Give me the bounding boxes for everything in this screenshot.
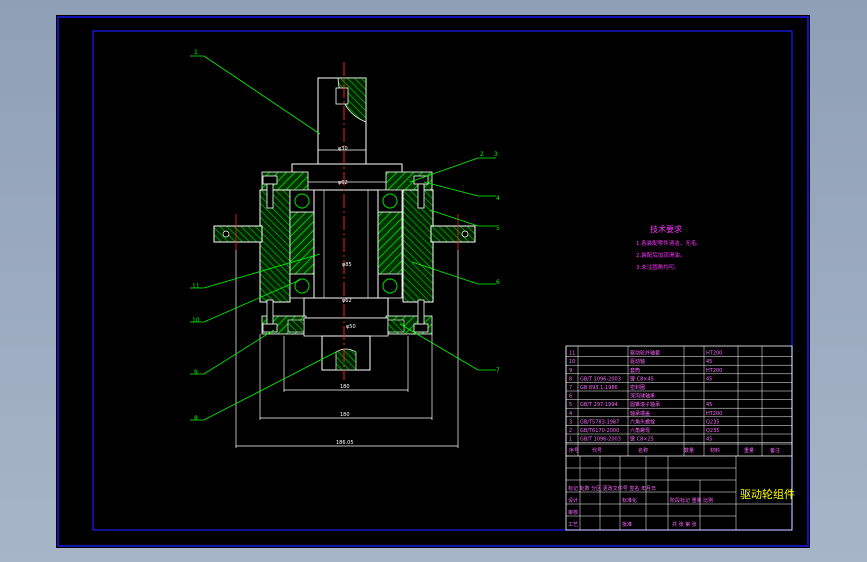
hdr-material: 材料: [710, 447, 720, 454]
tech-note-2: 2.装配后加润滑油。: [636, 251, 685, 259]
parts-cell-name: 深沟球轴承: [630, 393, 655, 400]
stage-row: 阶段标记 重量 比例: [670, 497, 713, 504]
parts-cell-no: 1: [569, 437, 572, 443]
dim-width-inner: 180: [340, 384, 350, 390]
callout-2: 2: [480, 151, 484, 158]
sheet-row: 共 张 第 张: [672, 521, 697, 528]
hdr-no: 序号: [569, 447, 579, 454]
callout-5: 5: [496, 225, 500, 232]
parts-cell-name: 密封圈: [630, 384, 645, 391]
parts-cell-name: 六角头螺栓: [630, 418, 655, 425]
hdr-weight: 重量: [744, 447, 754, 454]
parts-cell-material: 45: [706, 376, 712, 382]
drawing-name: 驱动轮组件: [740, 487, 795, 501]
callout-1: 1: [194, 49, 198, 56]
dim-width-mid: 180: [340, 412, 350, 418]
cad-drawing-canvas: φ30 φ62 φ85 φ62 φ50 180 180 186.05 1 2 3…: [56, 15, 810, 548]
parts-cell-material: 45: [706, 359, 712, 365]
parts-cell-name: 键 C8×25: [630, 436, 654, 443]
parts-cell-material: Q235: [706, 419, 719, 425]
callout-3: 3: [494, 151, 498, 158]
parts-cell-std: GB/T6170-2000: [580, 428, 619, 434]
parts-cell-material: HT200: [706, 411, 722, 417]
dim-lower: φ62: [342, 298, 352, 304]
parts-cell-no: 11: [569, 351, 575, 357]
callout-8: 8: [194, 415, 198, 422]
parts-cell-material: 45: [706, 437, 712, 443]
parts-cell-material: HT200: [706, 368, 722, 374]
parts-cell-std: GB/T 1096-2003: [580, 376, 621, 382]
sign-row: 标记 处数 分区 更改文件号 签名 年月日: [568, 485, 656, 492]
dim-middle: φ85: [342, 262, 352, 268]
tech-note-3: 3.未注圆角均可。: [636, 263, 680, 271]
parts-cell-no: 10: [569, 359, 575, 365]
parts-cell-no: 6: [569, 394, 572, 400]
parts-cell-name: 套筒: [630, 367, 640, 374]
parts-cell-name: 圆锥滚子轴承: [630, 401, 660, 408]
flange-left: [213, 225, 263, 243]
parts-cell-std: GB/T5783-1987: [580, 419, 619, 425]
callout-9: 9: [194, 369, 198, 376]
parts-cell-name: 六角螺母: [630, 427, 650, 434]
parts-cell-material: Q235: [706, 428, 719, 434]
parts-cell-name: 驱动轴: [630, 358, 645, 365]
flange-right: [430, 225, 476, 243]
lower-seal-r: [387, 319, 405, 333]
hdr-qty: 数量: [684, 447, 694, 454]
drive-shaft: [313, 189, 379, 301]
parts-cell-std: GB 893.1-1986: [580, 385, 618, 391]
parts-cell-no: 3: [569, 419, 572, 425]
approve-label: 批准: [622, 521, 632, 528]
tech-notes-title: 技术要求: [650, 224, 682, 234]
callout-7: 7: [496, 367, 500, 374]
dim-base: φ50: [346, 324, 356, 330]
shaft-keyway: [335, 87, 349, 105]
review-label: 审核: [568, 509, 578, 516]
parts-cell-no: 4: [569, 411, 572, 417]
parts-cell-std: GB/T 297-1994: [580, 402, 618, 408]
shaft-lower-key: [335, 348, 357, 371]
parts-cell-no: 5: [569, 402, 572, 408]
dim-width-outer: 186.05: [336, 440, 354, 446]
parts-cell-name: 驱动轮外轴套: [630, 350, 660, 357]
parts-cell-no: 7: [569, 385, 572, 391]
parts-cell-material: 45: [706, 402, 712, 408]
callout-10: 10: [192, 317, 200, 324]
parts-cell-no: 8: [569, 376, 572, 382]
design-label: 设计: [568, 497, 578, 504]
standard-label: 标准化: [622, 497, 637, 504]
process-label: 工艺: [568, 522, 578, 528]
callout-11: 11: [192, 283, 200, 290]
dim-upper: φ62: [338, 180, 348, 186]
hdr-remark: 备注: [770, 447, 780, 454]
flange-hole-left: [222, 230, 230, 238]
callout-6: 6: [496, 279, 500, 286]
parts-cell-no: 2: [569, 428, 572, 434]
parts-cell-no: 9: [569, 368, 572, 374]
flange-hole-right: [461, 230, 469, 238]
dim-top: φ30: [338, 146, 348, 152]
hdr-name: 名称: [638, 447, 648, 454]
tech-note-1: 1.各装配零件清洁，无毛。: [636, 239, 702, 247]
parts-cell-name: 轴承端盖: [630, 410, 650, 417]
callout-4: 4: [496, 195, 500, 202]
parts-cell-std: GB/T 1096-2003: [580, 437, 621, 443]
housing-left: [259, 189, 291, 303]
hdr-std: 代号: [592, 447, 602, 454]
parts-cell-material: HT200: [706, 351, 722, 357]
parts-cell-name: 键 C8×45: [630, 375, 654, 382]
lower-seal: [287, 319, 305, 333]
